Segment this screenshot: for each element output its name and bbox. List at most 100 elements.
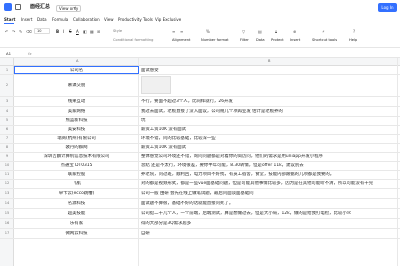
table-cell-company[interactable]: 熊蓝新科技 [15,118,138,123]
chevron-down-icon[interactable]: ▾ [74,5,76,10]
table-cell-feedback[interactable]: 薪资工资10K 没有面试 [141,127,396,132]
table-cell-feedback[interactable]: 总结 还是不太行，环境很差，要你半年可能，8.30转情，但是offer 11k，… [141,163,396,168]
shortcut-tools-button[interactable]: Shortcut tools [312,38,337,43]
row-number[interactable]: 3 [0,99,14,104]
table-cell-feedback[interactable]: 得的大部分是3Q需求居多 [141,221,396,226]
cell-reference[interactable]: A1 [6,51,11,56]
table-cell-feedback[interactable]: 养老院，问过班，顺利回，电力项目不好找，有员工宿舍，食堂，技能内部跟据的几项都是… [141,172,396,177]
formula-input[interactable] [36,50,396,57]
font-size-select[interactable]: 10 [34,28,50,34]
text-color-icon[interactable]: A [76,29,79,34]
row-number[interactable]: 2 [0,83,14,88]
share-status[interactable]: View only [56,5,82,12]
table-cell-feedback[interactable]: 整体感觉公司环境还不错，询问问题都是对着你的简历问，他们的需求是用uniapp开… [141,154,396,159]
row-number[interactable]: 11 [0,172,14,177]
row-number[interactable]: 6 [0,127,14,132]
merge-icon[interactable]: ⊞ [97,29,100,34]
row-number[interactable]: 8 [0,145,14,150]
row-number[interactable]: 17 [0,231,14,236]
number-format-button[interactable]: Number format [201,38,229,43]
row-number[interactable]: 9 [0,154,14,159]
menu-start[interactable]: Start [4,17,15,22]
conditional-format-button[interactable]: Conditional formatting [113,38,153,43]
menu-insert[interactable]: Insert [21,17,32,22]
table-cell-company[interactable]: 微网云科技 [15,231,138,236]
table-cell-feedback[interactable]: 薪资工资10K 没有面试 [141,145,396,150]
strikethrough-icon[interactable]: S [69,29,72,34]
filter-button[interactable]: Filter [240,38,249,43]
format-painter-icon[interactable]: ✎ [19,29,22,34]
table-cell-company[interactable]: 乐有家 [15,221,138,226]
spreadsheet-grid[interactable]: A B 1 公司名 面试感受 2 慕课交朋 3 线果互动 不行，要面不超过3个人，比同样就行，… [0,58,400,266]
row-number[interactable]: 16 [0,221,14,226]
lock-icon[interactable]: 🔒︎ [275,29,277,34]
table-cell-feedback[interactable]: 坑 [141,118,396,123]
row-number[interactable]: 4 [0,109,14,114]
table-cell-feedback[interactable]: 面试题不算很，基础不好的话就能直接问死了。 [141,201,396,206]
table-cell-company[interactable]: 线果互动 [15,99,138,104]
row-number[interactable]: 12 [0,181,14,186]
align-center-icon[interactable]: ≡ [180,29,183,34]
menu-vip-exclusive[interactable]: Vip Exclusive [155,17,181,22]
row-number[interactable]: 14 [0,201,14,206]
table-cell-company[interactable]: 飞肌 [15,181,138,186]
table-cell-feedback[interactable]: 我过去面试，老板直接了没入面议，公司规几个项再业发 估计是老板养的 [141,109,396,114]
row-number[interactable]: 10 [0,163,14,168]
login-button[interactable]: Log In [378,3,397,12]
select-all-corner[interactable] [0,58,14,66]
border-icon[interactable]: ▦ [90,29,94,34]
row-number[interactable]: 15 [0,211,14,216]
row-number[interactable]: 7 [0,136,14,141]
help-button[interactable]: Help [349,38,357,43]
table-cell-company[interactable]: 瑞商(杭州)有限公司 [15,136,138,141]
column-header-b[interactable]: B [268,59,270,64]
align-left-icon[interactable]: ≡ [172,29,175,34]
table-cell-company[interactable]: 卓卡云(ecco跳槽) [15,191,138,196]
table-cell-company[interactable]: 美安科技 [15,127,138,132]
bold-icon[interactable]: B [56,29,59,34]
number-format-icon[interactable]: % [206,29,210,34]
insert-button[interactable]: Insert [290,38,300,43]
table-cell-company[interactable]: 深圳吉麟计算机信息技术有限公司 [15,154,138,159]
data-icon[interactable]: ▤ [258,29,262,34]
row-number[interactable]: 13 [0,191,14,196]
table-cell-company[interactable]: 超美技能 [15,211,138,216]
fill-color-icon[interactable]: ◧ [83,29,87,34]
table-cell-company[interactable]: 美家网络 [15,109,138,114]
table-cell-feedback[interactable]: 面试感受 [141,68,396,73]
shortcut-icon[interactable]: ⚡︎ [322,29,325,34]
menu-collaboration[interactable]: Collaboration [73,17,100,22]
data-button[interactable]: Data [256,38,265,43]
row-number[interactable]: 5 [0,118,14,123]
table-cell-feedback[interactable]: 对的都是视频形式，都是一些vue面基础问题，但是可能其他事情比较多，因为是在其他… [141,181,396,186]
table-cell-feedback[interactable]: 公司挺二十几个人，一个前端，后端测试，算是想做过去，但是大小局，12k，做的是给… [141,211,396,216]
undo-icon[interactable]: ↶ [5,29,8,34]
table-cell-company[interactable]: 公司名 [15,68,138,73]
alignment-button[interactable]: Alignment [172,38,190,43]
clear-format-icon[interactable]: ⌫ [26,29,32,34]
doc-menu-icon[interactable] [15,4,21,10]
table-cell-company[interactable]: 裴丹的群网 [15,145,138,150]
redo-icon[interactable]: ↷ [12,29,15,34]
help-icon[interactable]: ? [353,29,355,34]
table-cell-feedback[interactable]: 环境不错，问的比较基础，比较深一些 [141,136,396,141]
document-title[interactable]: 面经汇总 [30,4,50,10]
table-cell-feedback[interactable]: 公司一般 由研 会先在线上做笔试题，最后问面谈面基础问 [141,191,396,196]
menu-formula[interactable]: Formula [52,17,68,22]
column-header-a[interactable]: A [76,59,78,64]
table-cell-feedback[interactable]: 不行，要面不超过3个人，比同样就行，26开发 [141,99,396,104]
embedded-image[interactable] [141,76,171,94]
table-cell-company[interactable]: 点通宝 DT0315 [15,163,138,168]
table-cell-feedback[interactable]: 自研 [141,231,396,236]
table-cell-company[interactable]: 慕课交朋 [15,83,138,88]
italic-icon[interactable]: I [63,29,64,34]
menu-view[interactable]: View [104,17,114,22]
protect-button[interactable]: Protect [271,38,284,43]
table-cell-company[interactable]: 名源科技 [15,201,138,206]
style-button[interactable]: Style [113,29,122,34]
row-number[interactable]: 1 [0,68,14,73]
menu-data[interactable]: Data [37,17,47,22]
menu-productivity-tools[interactable]: Productivity Tools [118,17,153,22]
filter-icon[interactable]: ▽ [242,29,245,34]
table-cell-company[interactable]: 联家控股 [15,172,138,177]
